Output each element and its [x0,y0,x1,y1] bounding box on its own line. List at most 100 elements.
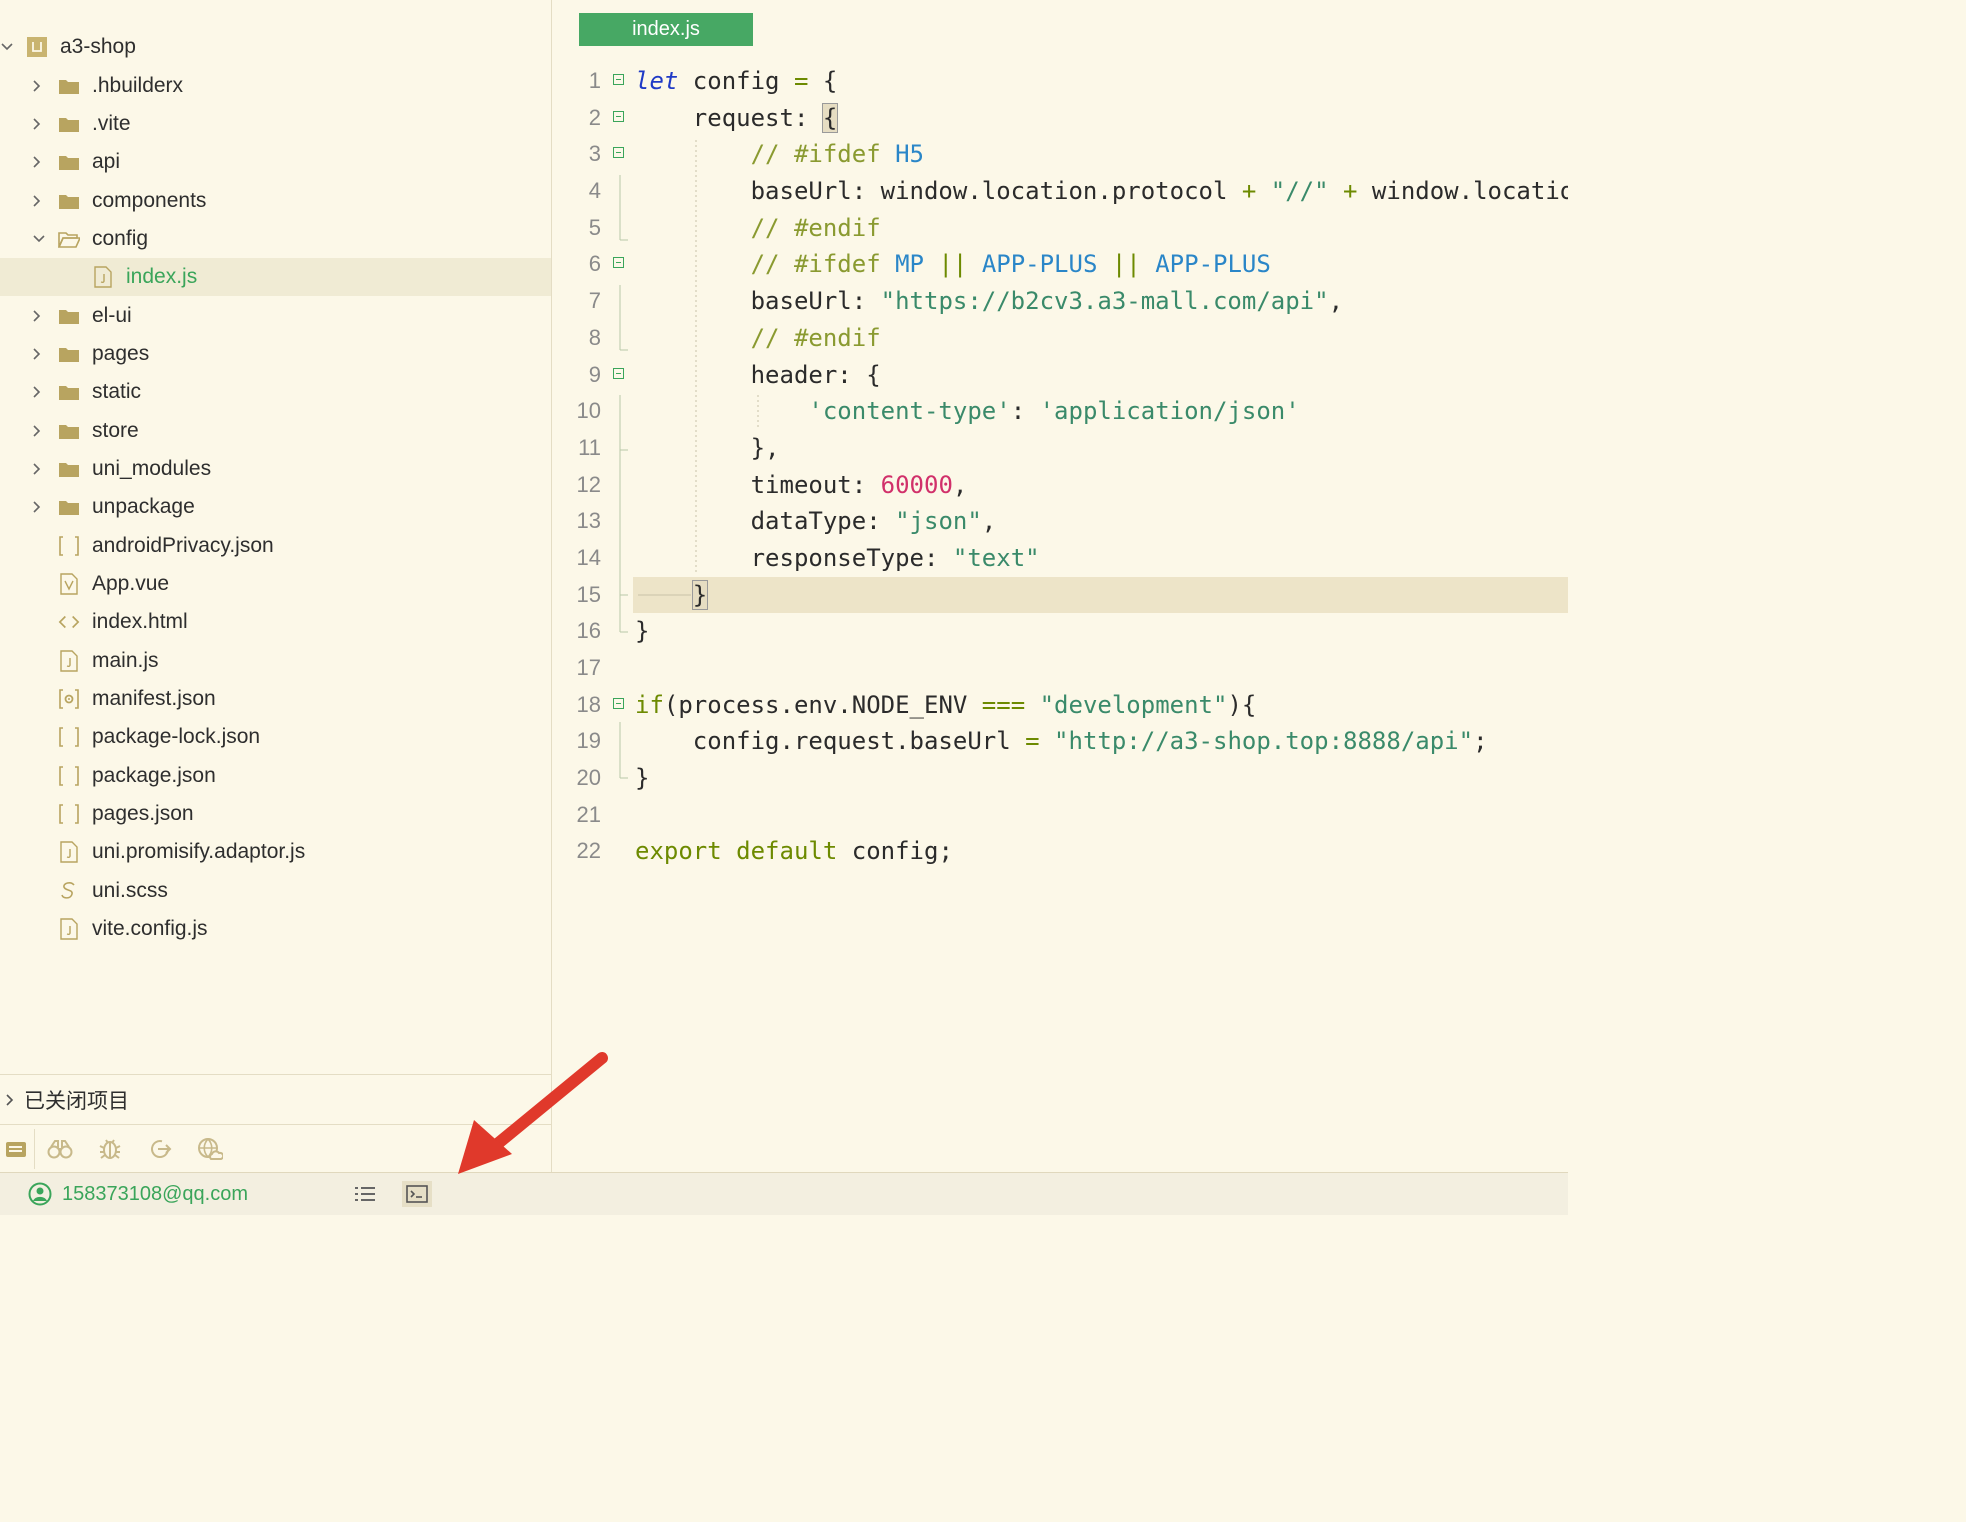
html-file-icon [58,611,80,633]
tree-item[interactable]: .hbuilderx [0,66,551,104]
tree-item[interactable]: static [0,373,551,411]
tree-item[interactable]: .vite [0,105,551,143]
tree-item-label: store [92,418,139,442]
run-tab[interactable] [135,1129,185,1169]
chevron-right-icon[interactable] [32,114,58,134]
search-tab[interactable] [35,1129,85,1169]
folder-icon [58,113,80,135]
chevron-right-icon[interactable] [32,382,58,402]
tree-item[interactable]: el-ui [0,296,551,334]
tree-item[interactable]: unpackage [0,488,551,526]
tree-item[interactable]: index.js [0,258,551,297]
folder-icon [58,343,80,365]
tree-item-label: uni_modules [92,456,212,480]
outline-button[interactable] [350,1181,380,1207]
tree-item[interactable]: vite.config.js [0,910,551,948]
tree-item-label: main.js [92,648,159,672]
folder-icon [58,151,80,173]
tree-item-label: .vite [92,111,131,135]
folder-icon [58,458,80,480]
chevron-right-icon[interactable] [32,191,58,211]
tree-item[interactable]: api [0,143,551,181]
tree-item-label: .hbuilderx [92,73,184,97]
chevron-right-icon[interactable] [32,152,58,172]
js-file-icon [58,649,80,672]
chevron-right-icon[interactable] [32,344,58,364]
tree-item-label: pages [92,341,150,365]
manifest-file-icon [58,688,80,710]
chevron-right-icon[interactable] [32,497,58,517]
tree-item-label: package.json [92,763,216,787]
chevron-down-icon[interactable] [32,229,58,249]
debug-tab[interactable] [85,1129,135,1169]
export-icon [151,1140,172,1158]
tree-item[interactable]: main.js [0,642,551,680]
tree-item[interactable]: uni_modules [0,450,551,488]
json-file-icon [58,535,80,557]
terminal-button[interactable] [402,1181,432,1207]
tree-item-label: index.js [126,265,198,289]
vue-file-icon [58,573,80,595]
json-file-icon [58,765,80,787]
tree-item-label: package-lock.json [92,725,261,749]
cloud-tab[interactable] [185,1129,235,1169]
tree-item-label: manifest.json [92,687,216,711]
chevron-right-icon[interactable] [32,421,58,441]
annotation-arrow [458,1052,608,1174]
tree-item[interactable]: androidPrivacy.json [0,526,551,564]
tree-item[interactable]: pages [0,335,551,373]
chevron-right-icon[interactable] [32,76,58,96]
json-file-icon [58,726,80,748]
tree-item-label: el-ui [92,303,132,327]
tree-item-label: androidPrivacy.json [92,533,274,557]
tree-item[interactable]: a3-shop [0,28,551,66]
tree-item[interactable]: store [0,411,551,449]
tree-item[interactable]: App.vue [0,565,551,603]
js-file-icon [58,841,80,864]
indent-guides [619,140,759,779]
tree-item-label: static [92,380,142,404]
tree-item-label: components [92,188,207,212]
terminal-icon [406,1185,428,1203]
project-manager-tab[interactable] [0,1129,35,1169]
tree-item-label: unpackage [92,495,195,519]
tree-item[interactable]: uni.promisify.adaptor.js [0,833,551,871]
folder-icon [58,75,80,97]
tree-item-label: App.vue [92,571,170,595]
folder-icon [58,190,80,212]
chevron-right-icon[interactable] [32,459,58,479]
tree-item[interactable]: pages.json [0,795,551,833]
project-icon [26,36,48,58]
tree-item-label: uni.promisify.adaptor.js [92,840,306,864]
chevron-down-icon[interactable] [0,37,26,57]
scss-file-icon [58,880,80,902]
js-file-icon [92,266,114,288]
tree-item[interactable]: manifest.json [0,680,551,718]
closed-projects-label: 已关闭项目 [24,1090,129,1113]
tree-item-label: index.html [92,610,188,634]
tree-item[interactable]: index.html [0,603,551,641]
user-account[interactable]: 158373108@qq.com [28,1182,248,1206]
tree-item-label: config [92,226,149,250]
tree-item[interactable]: components [0,181,551,219]
tree-item[interactable]: config [0,220,551,258]
cloud-globe-icon [198,1138,223,1160]
bug-icon [99,1139,121,1159]
project-explorer: a3-shop .hbuilderx .vite api components confi… [0,0,552,1172]
tree-item[interactable]: package.json [0,757,551,795]
code-editor[interactable]: index.js 1 let config = {2 request: {3 //… [553,0,1568,1172]
tree-item[interactable]: uni.scss [0,872,551,910]
tree-item-label: a3-shop [60,35,136,59]
file-tree: a3-shop .hbuilderx .vite api components confi… [0,28,551,948]
status-bar: 158373108@qq.com [0,1172,1568,1215]
tree-item[interactable]: package-lock.json [0,718,551,756]
chevron-right-icon[interactable] [32,306,58,326]
folder-open-icon [58,228,80,250]
